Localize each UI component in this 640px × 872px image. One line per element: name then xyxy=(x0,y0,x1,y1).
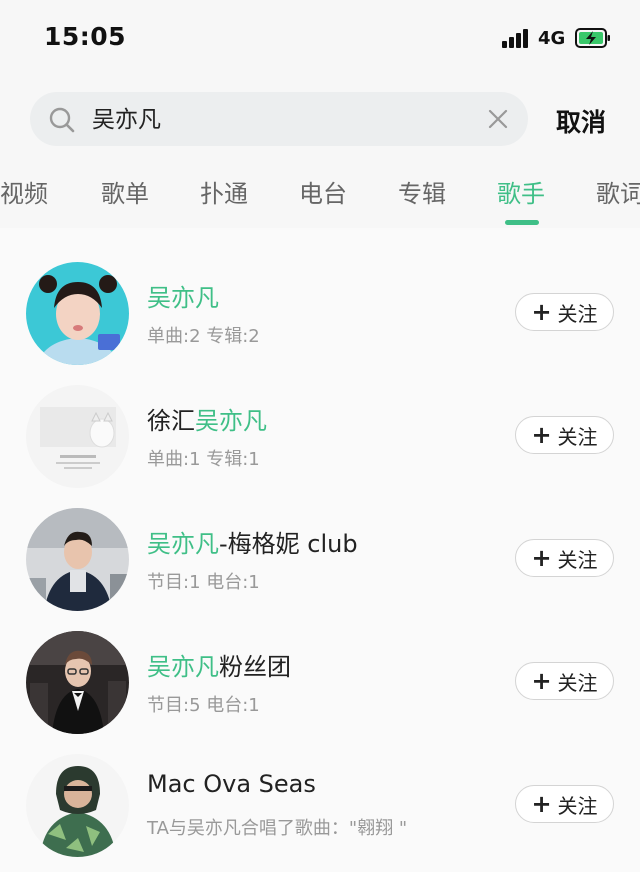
status-bar: 15:05 4G xyxy=(0,0,640,80)
artist-stats: 单曲:1 专辑:1 xyxy=(147,449,260,470)
tab-putong[interactable]: 扑通 xyxy=(200,174,248,209)
category-tabs: 视频 歌单 扑通 电台 专辑 歌手 歌词 xyxy=(0,160,640,230)
signal-icon xyxy=(502,28,532,48)
tab-artist[interactable]: 歌手 xyxy=(497,174,545,209)
tab-video[interactable]: 视频 xyxy=(0,174,48,209)
plus-icon: + xyxy=(531,667,552,695)
search-box[interactable] xyxy=(30,92,528,146)
list-item[interactable]: Mac Ova Seas TA与吴亦凡合唱了歌曲："翱翔 " + 关注 xyxy=(0,750,640,870)
plus-icon: + xyxy=(531,421,552,449)
artist-name: 吴亦凡 xyxy=(147,284,219,312)
list-item[interactable]: 徐汇吴亦凡 单曲:1 专辑:1 + 关注 xyxy=(0,381,640,501)
artist-stats: TA与吴亦凡合唱了歌曲："翱翔 " xyxy=(147,818,408,839)
avatar xyxy=(26,631,129,734)
avatar xyxy=(26,508,129,611)
list-item[interactable]: 吴亦凡粉丝团 节目:5 电台:1 + 关注 xyxy=(0,627,640,747)
tab-playlist[interactable]: 歌单 xyxy=(101,174,149,209)
battery-icon xyxy=(575,28,610,48)
cancel-button[interactable]: 取消 xyxy=(556,103,606,139)
artist-name: Mac Ova Seas xyxy=(147,770,316,798)
plus-icon: + xyxy=(531,790,552,818)
tab-lyrics[interactable]: 歌词 xyxy=(596,174,640,209)
follow-button[interactable]: + 关注 xyxy=(515,785,614,823)
artist-name: 徐汇吴亦凡 xyxy=(147,407,267,435)
follow-button[interactable]: + 关注 xyxy=(515,416,614,454)
close-icon[interactable] xyxy=(486,107,510,131)
follow-button[interactable]: + 关注 xyxy=(515,293,614,331)
follow-button[interactable]: + 关注 xyxy=(515,662,614,700)
artist-name: 吴亦凡-梅格妮 club xyxy=(147,530,358,558)
search-icon xyxy=(49,107,75,133)
network-type: 4G xyxy=(538,28,566,49)
plus-icon: + xyxy=(531,544,552,572)
tab-radio[interactable]: 电台 xyxy=(299,174,347,209)
tab-album[interactable]: 专辑 xyxy=(398,174,446,209)
artist-stats: 单曲:2 专辑:2 xyxy=(147,326,260,347)
follow-button[interactable]: + 关注 xyxy=(515,539,614,577)
plus-icon: + xyxy=(531,298,552,326)
artist-name: 吴亦凡粉丝团 xyxy=(147,653,291,681)
artist-stats: 节目:1 电台:1 xyxy=(147,572,260,593)
search-input[interactable] xyxy=(92,92,472,146)
avatar xyxy=(26,754,129,857)
list-item[interactable]: 吴亦凡 单曲:2 专辑:2 + 关注 xyxy=(0,258,640,378)
status-time: 15:05 xyxy=(44,22,127,51)
search-row: 取消 xyxy=(0,88,640,150)
avatar xyxy=(26,385,129,488)
artist-stats: 节目:5 电台:1 xyxy=(147,695,260,716)
artist-results-list: 吴亦凡 单曲:2 专辑:2 +关注 徐汇吴亦凡 单曲:1 专辑:1 +关注 xyxy=(0,228,640,872)
active-tab-indicator xyxy=(505,220,539,225)
list-item[interactable]: 吴亦凡-梅格妮 club 节目:1 电台:1 + 关注 xyxy=(0,504,640,624)
avatar xyxy=(26,262,129,365)
